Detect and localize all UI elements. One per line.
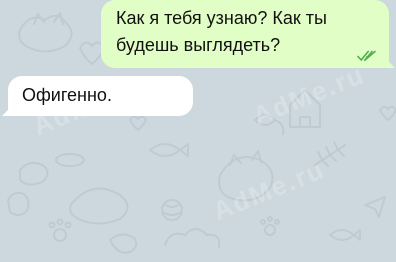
collar-doodle-icon [55, 153, 85, 167]
paper-plane-doodle-icon [364, 196, 386, 218]
yarn-doodle-icon [161, 199, 183, 221]
cat-doodle-icon [18, 14, 73, 53]
paw-doodle-icon [53, 228, 67, 242]
sleeping-cat-doodle-icon [69, 187, 129, 225]
double-check-icon [357, 50, 376, 61]
fish-doodle-icon [149, 143, 189, 157]
cloud-doodle-icon [164, 228, 221, 248]
chat-area: AdMe.ru AdMe.ru AdMe.ru Как я тебя узнаю… [0, 0, 396, 262]
outgoing-message-bubble[interactable]: Как я тебя узнаю? Как ты будешь выглядет… [101, 0, 389, 68]
message-text-line: Офигенно. [22, 85, 112, 105]
incoming-message-bubble[interactable]: Офигенно. [8, 76, 193, 116]
message-text-line: Как я тебя узнаю? Как ты [116, 8, 327, 28]
message-text-line: будешь выглядеть? [116, 35, 281, 55]
